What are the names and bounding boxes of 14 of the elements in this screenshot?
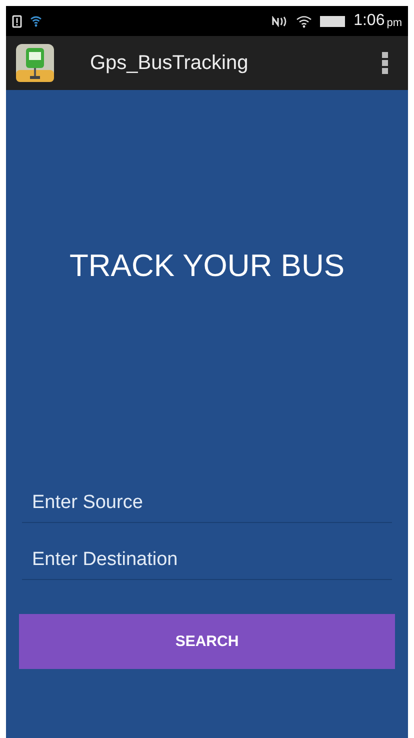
input-field[interactable]: Enter Source: [22, 484, 392, 523]
clock-time: 1:06: [354, 12, 385, 30]
alert-icon: [12, 14, 22, 28]
page-heading: TRACK YOUR BUS: [69, 248, 345, 284]
wifi-icon: [30, 15, 42, 27]
battery-icon: [320, 16, 346, 26]
search-button[interactable]: SEARCH: [19, 614, 395, 669]
clock-period: pm: [386, 17, 402, 29]
bus-stop-icon: [16, 44, 54, 82]
nfc-icon: [272, 16, 288, 26]
wifi-icon: [296, 14, 312, 28]
input-field[interactable]: Enter Destination: [22, 541, 392, 580]
overflow-menu-icon[interactable]: [382, 52, 388, 74]
app-title: Gps_BusTracking: [90, 52, 248, 74]
